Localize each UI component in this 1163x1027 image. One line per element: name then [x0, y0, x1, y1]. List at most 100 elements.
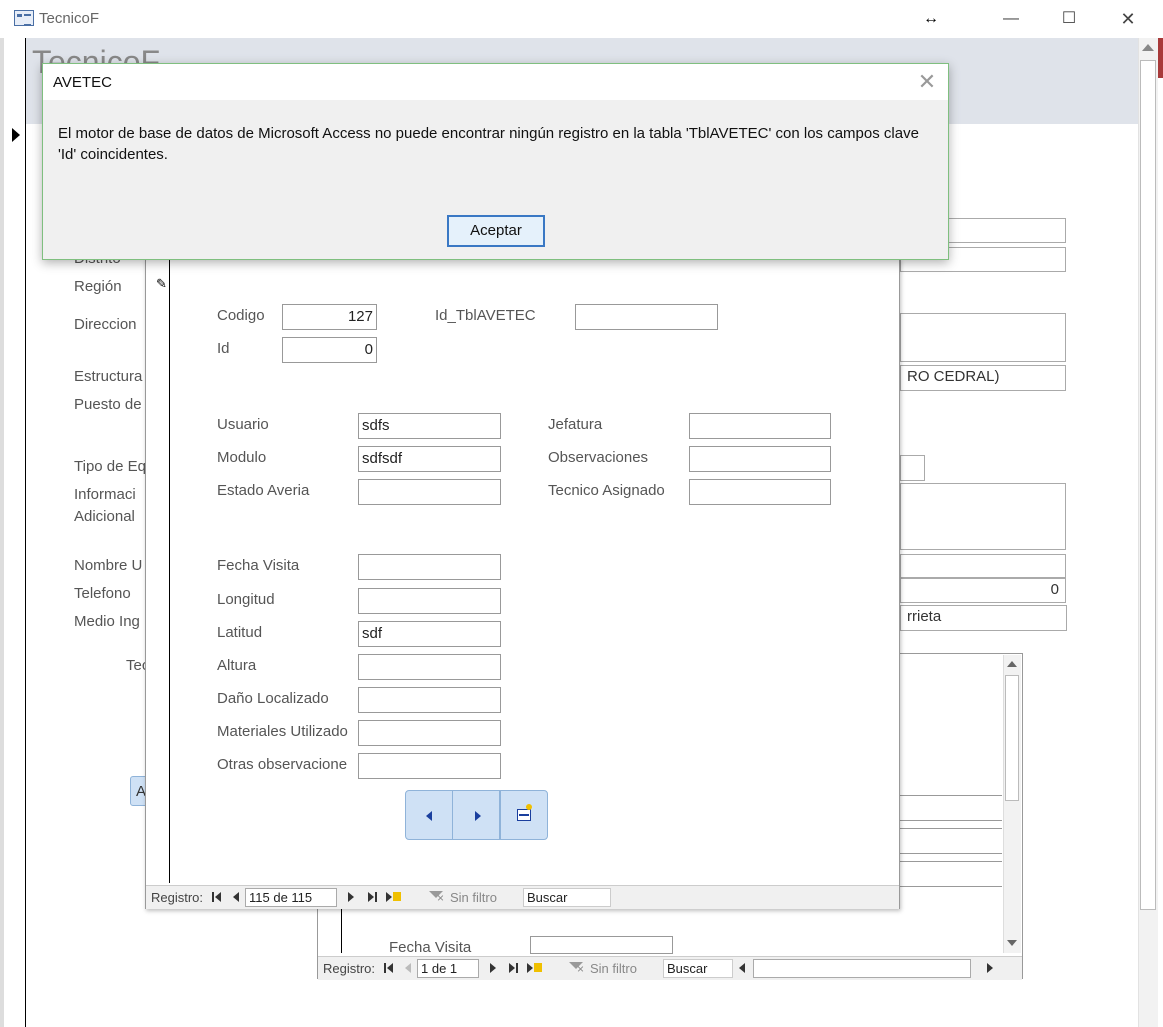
label-observaciones: Observaciones: [548, 449, 649, 466]
dialog-close-button[interactable]: ✕: [912, 68, 942, 96]
lower-last-record-icon[interactable]: [509, 963, 515, 973]
previous-record-button[interactable]: [405, 790, 453, 840]
field-direccion[interactable]: [900, 313, 1066, 362]
lower-scroll-down-icon[interactable]: [1007, 940, 1017, 946]
field-otras-observaciones[interactable]: [358, 753, 501, 779]
label-longitud: Longitud: [217, 591, 275, 608]
subform-record-selector[interactable]: [146, 259, 170, 883]
field-observaciones[interactable]: [689, 446, 831, 472]
lower-first-record-arrow-icon[interactable]: [387, 963, 393, 973]
label-telefono: Telefono: [74, 585, 131, 602]
lower-grid-line: [900, 795, 1002, 796]
label-id-tblavetec: Id_TblAVETEC: [435, 307, 536, 324]
label-medio: Medio Ing: [74, 613, 140, 630]
field-estructura[interactable]: RO CEDRAL): [900, 365, 1066, 391]
maximize-button[interactable]: ☐: [1046, 4, 1092, 34]
label-id: Id: [217, 340, 230, 357]
lower-filter-icon[interactable]: [569, 962, 584, 976]
lower-scroll-thumb[interactable]: [1005, 675, 1019, 801]
label-tipo: Tipo de Eq: [74, 458, 146, 475]
label-otras-observaciones: Otras observacione: [217, 756, 348, 773]
label-jefatura: Jefatura: [548, 416, 603, 433]
label-codigo: Codigo: [217, 307, 265, 324]
label-estructura: Estructura: [74, 368, 143, 385]
field-modulo[interactable]: sdfsdf: [358, 446, 501, 472]
field-estado-averia[interactable]: [358, 479, 501, 505]
dialog-title: AVETEC: [53, 74, 112, 91]
lower-new-record-icon[interactable]: [527, 963, 533, 973]
search-input[interactable]: Buscar: [523, 888, 611, 907]
field-id-tblavetec[interactable]: [575, 304, 718, 330]
field-usuario[interactable]: sdfs: [358, 413, 501, 439]
background-window-edge: [1158, 38, 1163, 78]
field-telefono[interactable]: 0: [900, 578, 1066, 603]
label-altura: Altura: [217, 657, 257, 674]
last-record-icon[interactable]: [368, 892, 374, 902]
minimize-button[interactable]: —: [988, 4, 1034, 34]
lower-hscroll-right-icon[interactable]: [987, 963, 993, 973]
field-id[interactable]: 0: [282, 337, 377, 363]
lower-prev-record-icon[interactable]: [405, 963, 411, 973]
lower-new-record-star-icon: [534, 963, 542, 972]
access-form-icon: [14, 10, 34, 26]
record-position[interactable]: 115 de 115: [245, 888, 337, 907]
label-informacion: Informaci: [74, 486, 136, 503]
next-record-button[interactable]: [452, 790, 500, 840]
lower-first-record-icon[interactable]: [384, 963, 386, 973]
prev-record-icon[interactable]: [233, 892, 239, 902]
filter-status[interactable]: Sin filtro: [450, 890, 497, 905]
subform-record-navigation: Registro: 115 de 115 Sin filtro Buscar: [146, 885, 899, 909]
label-adicional: Adicional: [74, 508, 135, 525]
field-informacion[interactable]: [900, 483, 1066, 550]
next-record-icon[interactable]: [348, 892, 354, 902]
lower-grid-line: [900, 853, 1002, 854]
filter-icon[interactable]: [429, 891, 444, 905]
new-record-nav-icon[interactable]: [386, 892, 392, 902]
label-estado-averia: Estado Averia: [217, 482, 310, 499]
main-scroll-thumb[interactable]: [1140, 60, 1156, 910]
close-button[interactable]: ✕: [1105, 4, 1151, 34]
lower-search-input[interactable]: Buscar: [663, 959, 733, 978]
scroll-up-icon[interactable]: [1142, 44, 1154, 51]
field-jefatura[interactable]: [689, 413, 831, 439]
lower-record-position[interactable]: 1 de 1: [417, 959, 479, 978]
ok-button[interactable]: Aceptar: [447, 215, 545, 247]
field-longitud[interactable]: [358, 588, 501, 614]
lower-record-navigation: Registro: 1 de 1 Sin filtro Buscar: [318, 956, 1022, 980]
lower-filter-status[interactable]: Sin filtro: [590, 961, 637, 976]
field-tipo[interactable]: [900, 455, 925, 481]
lower-recbar-label: Registro:: [323, 961, 376, 976]
lower-horizontal-scrollbar[interactable]: [753, 959, 971, 978]
field-materiales-utilizados[interactable]: [358, 720, 501, 746]
field-dano-localizado[interactable]: [358, 687, 501, 713]
new-record-star-icon: [393, 892, 401, 901]
label-latitud: Latitud: [217, 624, 263, 641]
dialog-titlebar: [43, 64, 948, 100]
field-nombre[interactable]: [900, 554, 1066, 578]
first-record-arrow-icon[interactable]: [215, 892, 221, 902]
first-record-icon[interactable]: [212, 892, 214, 902]
label-usuario: Usuario: [217, 416, 269, 433]
lower-scroll-up-icon[interactable]: [1007, 661, 1017, 667]
lower-field-fecha-visita[interactable]: [530, 936, 673, 954]
last-record-bar-icon: [375, 892, 377, 902]
label-modulo: Modulo: [217, 449, 267, 466]
lower-grid-line: [900, 861, 1002, 862]
window-title: TecnicoF: [39, 10, 100, 27]
field-altura[interactable]: [358, 654, 501, 680]
new-record-button[interactable]: [500, 790, 548, 840]
label-dano-localizado: Daño Localizado: [217, 690, 329, 707]
resize-icon: ↔: [923, 10, 939, 27]
field-latitud[interactable]: sdf: [358, 621, 501, 647]
lower-grid-line: [900, 828, 1002, 829]
next-arrow-icon: [475, 811, 481, 821]
field-fecha-visita[interactable]: [358, 554, 501, 580]
label-region: Región: [74, 278, 122, 295]
field-codigo[interactable]: 127: [282, 304, 377, 330]
lower-next-record-icon[interactable]: [490, 963, 496, 973]
field-tecnico-asignado[interactable]: [689, 479, 831, 505]
lower-hscroll-left-icon[interactable]: [739, 963, 745, 973]
field-medio[interactable]: rrieta: [900, 605, 1067, 631]
dialog-message: El motor de base de datos de Microsoft A…: [58, 125, 919, 163]
record-selector-strip[interactable]: [4, 38, 26, 1027]
